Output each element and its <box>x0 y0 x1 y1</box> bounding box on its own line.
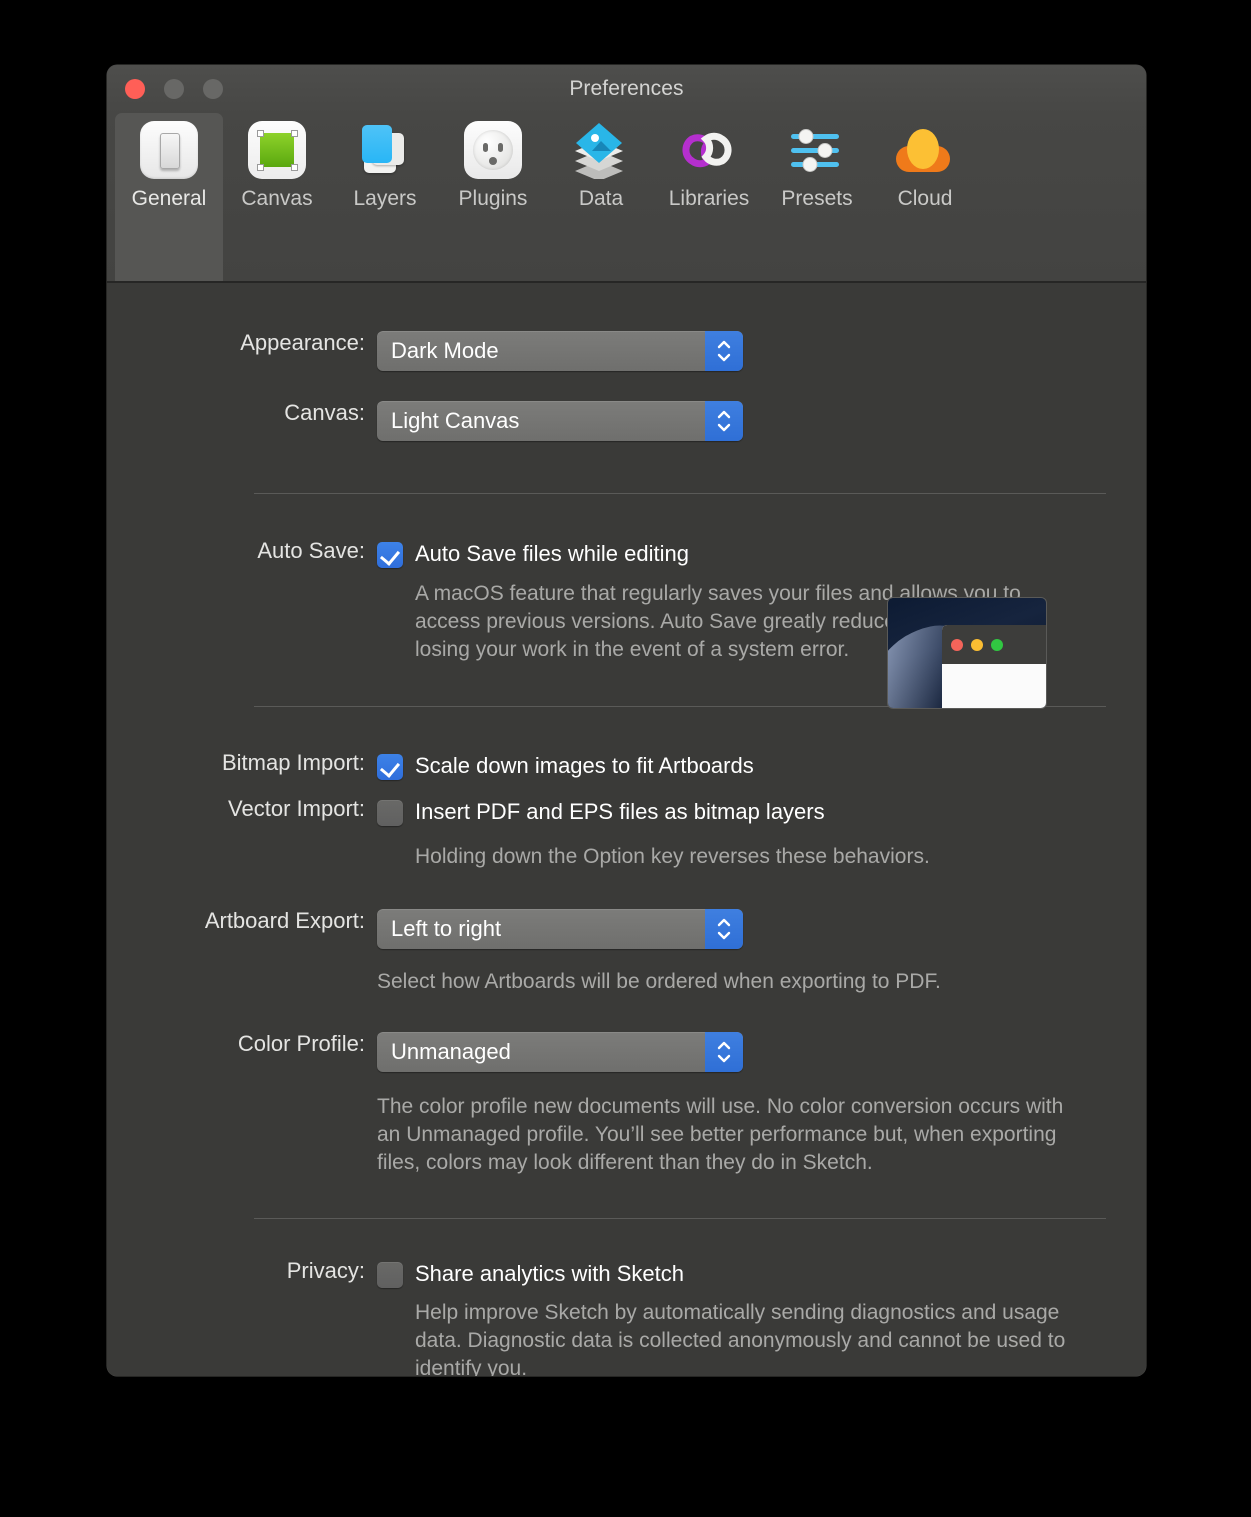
stepper-arrows-icon[interactable] <box>705 1031 743 1072</box>
vector-import-checkbox[interactable] <box>377 800 403 827</box>
artboard-export-row: Artboard Export: Left to right Select ho… <box>107 907 1146 996</box>
window-titlebar: Preferences <box>107 65 1146 113</box>
window-title: Preferences <box>569 77 684 100</box>
privacy-label: Privacy: <box>286 1258 365 1284</box>
auto-save-checkbox[interactable] <box>377 542 403 568</box>
tab-cloud[interactable]: Cloud <box>871 113 979 281</box>
sliders-icon <box>786 119 848 181</box>
layers-icon <box>354 119 416 181</box>
privacy-checkbox-row[interactable]: Share analytics with Sketch <box>377 1259 1146 1289</box>
appearance-preview <box>888 598 1046 708</box>
auto-save-label: Auto Save: <box>257 538 365 563</box>
auto-save-checkbox-row[interactable]: Auto Save files while editing <box>377 539 1146 569</box>
artboard-export-select[interactable]: Left to right <box>377 908 743 949</box>
bitmap-import-checkbox-label: Scale down images to fit Artboards <box>415 753 754 779</box>
color-profile-select[interactable]: Unmanaged <box>377 1031 743 1072</box>
tab-libraries-label: Libraries <box>668 187 750 210</box>
vector-import-row: Vector Import: Insert PDF and EPS files … <box>107 796 1146 871</box>
link-chain-icon <box>678 119 740 181</box>
outlet-icon <box>462 119 524 181</box>
tab-general-label: General <box>131 187 207 210</box>
color-profile-row: Color Profile: Unmanaged The color profi… <box>107 1030 1146 1177</box>
preview-dot-minimize <box>971 638 983 651</box>
artboard-icon <box>246 119 308 181</box>
switch-icon <box>138 119 200 181</box>
tab-canvas-label: Canvas <box>241 187 313 210</box>
cloud-icon <box>894 119 956 181</box>
vector-import-checkbox-row[interactable]: Insert PDF and EPS files as bitmap layer… <box>377 797 1146 827</box>
color-profile-description: The color profile new documents will use… <box>377 1094 1064 1174</box>
tab-data-label: Data <box>578 187 624 210</box>
vector-import-label: Vector Import: <box>228 796 365 822</box>
color-profile-label: Color Profile: <box>237 1030 365 1056</box>
canvas-select[interactable]: Light Canvas <box>377 401 743 441</box>
divider-3 <box>254 1218 1106 1220</box>
appearance-select[interactable]: Dark Mode <box>377 331 743 371</box>
canvas-row: Canvas: Light Canvas <box>107 400 1146 441</box>
privacy-row: Privacy: Share analytics with Sketch Hel… <box>107 1259 1146 1376</box>
tab-data[interactable]: Data <box>547 113 655 281</box>
appearance-label: Appearance: <box>240 330 365 355</box>
tab-presets-label: Presets <box>781 187 853 210</box>
canvas-value: Light Canvas <box>391 408 520 433</box>
tab-general[interactable]: General <box>115 113 223 281</box>
tab-presets[interactable]: Presets <box>763 113 871 281</box>
tab-layers[interactable]: Layers <box>331 113 439 281</box>
vector-import-checkbox-label: Insert PDF and EPS files as bitmap layer… <box>415 799 825 825</box>
stepper-arrows-icon[interactable] <box>705 331 743 371</box>
bitmap-import-checkbox-row[interactable]: Scale down images to fit Artboards <box>377 751 1146 781</box>
stepper-arrows-icon[interactable] <box>705 401 743 441</box>
appearance-row: Appearance: Dark Mode <box>107 330 1146 371</box>
tab-cloud-label: Cloud <box>897 187 953 210</box>
general-preferences-pane: Appearance: Dark Mode Canvas: Light Canv… <box>107 330 1146 1376</box>
color-profile-value: Unmanaged <box>391 1038 511 1064</box>
data-stack-icon <box>570 119 632 181</box>
preview-window <box>942 625 1046 708</box>
stepper-arrows-icon[interactable] <box>705 908 743 949</box>
privacy-checkbox[interactable] <box>377 1262 403 1289</box>
artboard-export-value: Left to right <box>391 915 502 941</box>
privacy-checkbox-label: Share analytics with Sketch <box>415 1261 685 1287</box>
preview-dot-maximize <box>991 638 1003 651</box>
tab-layers-label: Layers <box>353 187 417 210</box>
artboard-export-description: Select how Artboards will be ordered whe… <box>377 969 941 993</box>
tab-plugins[interactable]: Plugins <box>439 113 547 281</box>
import-note: Holding down the Option key reverses the… <box>415 844 930 868</box>
bitmap-import-checkbox[interactable] <box>377 754 403 781</box>
tab-canvas[interactable]: Canvas <box>223 113 331 281</box>
tab-plugins-label: Plugins <box>458 187 528 210</box>
canvas-label: Canvas: <box>284 400 365 425</box>
auto-save-checkbox-label: Auto Save files while editing <box>415 541 689 566</box>
preferences-toolbar: General Canvas Layers Plugins Data Libra… <box>107 113 1146 283</box>
preview-dot-close <box>951 638 963 651</box>
preferences-window: Preferences General Canvas Layers Plugin… <box>107 65 1146 1376</box>
tab-libraries[interactable]: Libraries <box>655 113 763 281</box>
bitmap-import-label: Bitmap Import: <box>221 750 365 776</box>
bitmap-import-row: Bitmap Import: Scale down images to fit … <box>107 751 1146 781</box>
privacy-description: Help improve Sketch by automatically sen… <box>415 1301 1066 1376</box>
appearance-value: Dark Mode <box>391 338 499 363</box>
preview-titlebar <box>942 625 1046 664</box>
artboard-export-label: Artboard Export: <box>204 907 365 933</box>
divider-1 <box>254 493 1106 494</box>
